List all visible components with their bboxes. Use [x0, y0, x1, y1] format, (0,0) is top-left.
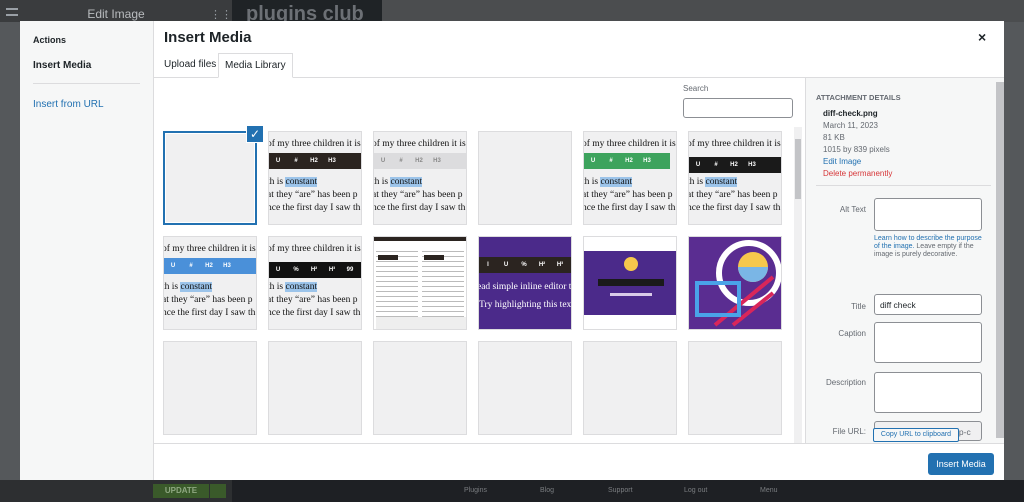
- delete-permanently-link[interactable]: Delete permanently: [823, 169, 892, 178]
- editor-header: Edit Image ⋮⋮⋮: [0, 0, 243, 22]
- alt-text-label: Alt Text: [839, 205, 866, 214]
- description-field[interactable]: [874, 372, 982, 413]
- attachment-details-panel: ATTACHMENT DETAILS diff-check.png March …: [805, 78, 1004, 443]
- update-button[interactable]: UPDATE: [153, 484, 209, 498]
- close-icon[interactable]: ×: [978, 29, 986, 45]
- media-tabs: Upload files Media Library: [154, 53, 1004, 78]
- alt-text-hint: Learn how to describe the purpose of the…: [874, 235, 982, 258]
- title-field[interactable]: diff check: [874, 294, 982, 315]
- modal-title: Insert Media: [164, 29, 252, 46]
- copy-url-button[interactable]: Copy URL to clipboard: [873, 428, 959, 442]
- editor-footer: UPDATE Plugins Blog Support Log out Menu: [0, 480, 1024, 502]
- insert-media-button[interactable]: Insert Media: [928, 453, 994, 475]
- attachment-tile[interactable]: [373, 236, 467, 330]
- editor-panel-right: [1004, 22, 1024, 480]
- grid-scrollbar[interactable]: [794, 127, 802, 443]
- attachment-tile[interactable]: I U% H² H³ ead simple inline editor to Try …: [478, 236, 572, 330]
- alt-text-field[interactable]: [874, 198, 982, 231]
- description-label: Description: [825, 378, 866, 387]
- nav-plugins[interactable]: Plugins: [464, 487, 487, 494]
- scrollbar-thumb[interactable]: [795, 139, 801, 199]
- actions-heading: Actions: [33, 35, 67, 45]
- attachment-date: March 11, 2023: [823, 121, 878, 130]
- caption-label: Caption: [838, 329, 866, 338]
- update-options-button[interactable]: [210, 484, 226, 498]
- media-menu: Actions Insert Media Insert from URL: [20, 21, 154, 480]
- nav-support[interactable]: Support: [608, 487, 633, 494]
- nav-logout[interactable]: Log out: [684, 487, 707, 494]
- attachment-filename: diff-check.png: [823, 109, 878, 118]
- editor-title: Edit Image: [87, 7, 145, 21]
- attachment-tile[interactable]: [268, 341, 362, 435]
- search-label: Search: [683, 84, 709, 93]
- attachment-tile-selected[interactable]: [163, 131, 257, 225]
- attachment-tile[interactable]: [583, 236, 677, 330]
- attachment-tile[interactable]: of my three children it is U # H2 H3 th is …: [373, 131, 467, 225]
- modal-footer: Insert Media: [154, 443, 1004, 480]
- title-label: Title: [851, 302, 866, 311]
- attachment-tile[interactable]: of my three children it is U # H2 H3 th is …: [688, 131, 782, 225]
- attachment-dimensions: 1015 by 839 pixels: [823, 145, 890, 154]
- media-modal: Actions Insert Media Insert from URL Ins…: [20, 21, 1004, 480]
- attachment-tile[interactable]: of my three children it is U # H2 H3 th is …: [583, 131, 677, 225]
- menu-separator: [33, 83, 140, 84]
- tab-upload-files[interactable]: Upload files: [158, 53, 222, 78]
- selected-check-icon[interactable]: ✓: [246, 125, 264, 143]
- attachment-tile[interactable]: [688, 236, 782, 330]
- attachment-tile[interactable]: [478, 341, 572, 435]
- logo-thumbnail: [695, 240, 781, 327]
- nav-blog[interactable]: Blog: [540, 487, 554, 494]
- caption-field[interactable]: [874, 322, 982, 363]
- attachments-grid: of my three children it is U # H2 H3 th is …: [163, 131, 793, 443]
- attachment-details-heading: ATTACHMENT DETAILS: [816, 93, 901, 102]
- edit-image-link[interactable]: Edit Image: [823, 157, 861, 166]
- editor-panel-left: [0, 22, 20, 480]
- site-brand: plugins club: [232, 0, 382, 25]
- menu-insert-media[interactable]: Insert Media: [33, 60, 91, 71]
- attachment-tile[interactable]: of my three children it is U # H2 H3 th is …: [268, 131, 362, 225]
- attachment-tile[interactable]: [583, 341, 677, 435]
- attachment-tile[interactable]: [373, 341, 467, 435]
- nav-menu[interactable]: Menu: [760, 487, 778, 494]
- details-divider: [816, 185, 991, 186]
- attachment-size: 81 KB: [823, 133, 845, 142]
- attachment-tile[interactable]: [163, 341, 257, 435]
- attachment-tile[interactable]: of my three children it is U% H² H³ 99 th i…: [268, 236, 362, 330]
- file-url-label: File URL:: [832, 427, 866, 436]
- menu-insert-from-url[interactable]: Insert from URL: [33, 99, 104, 110]
- search-input[interactable]: [683, 98, 793, 118]
- tab-media-library[interactable]: Media Library: [218, 53, 293, 78]
- attachment-tile[interactable]: [688, 341, 782, 435]
- attachment-tile[interactable]: of my three children it is U # H2 H3 th is …: [163, 236, 257, 330]
- details-scrollbar[interactable]: [996, 82, 1004, 438]
- attachment-tile[interactable]: [478, 131, 572, 225]
